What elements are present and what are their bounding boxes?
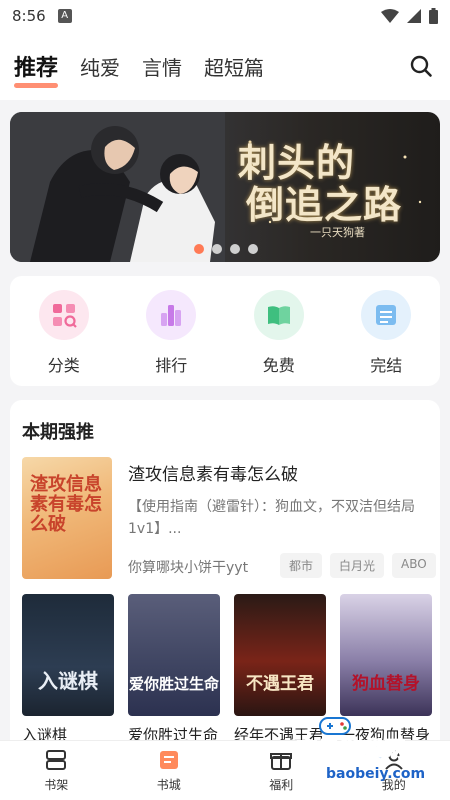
bottom-nav-label: 书城 [156, 778, 181, 792]
banner-title-line1: 刺头的 [238, 140, 356, 185]
featured-book-title[interactable]: 渣攻信息素有毒怎么破 [128, 460, 298, 485]
book-cover: 入谜棋 [22, 594, 114, 716]
quick-link-ranking[interactable]: 排行 [131, 290, 211, 386]
watermark: 宝贝游戏网 baobeiy.com [295, 714, 446, 794]
book-item[interactable]: 入谜棋 入谜棋 [22, 594, 114, 745]
quick-link-label: 分类 [47, 356, 80, 375]
quick-link-label: 排行 [155, 356, 188, 375]
banner-carousel[interactable]: 刺头的 倒追之路 一只天狗著 [10, 112, 440, 262]
book-cover-text: 狗血替身 [352, 674, 420, 694]
quick-links: 分类 排行 免费 完结 [10, 276, 440, 386]
bottom-nav-label: 书架 [44, 778, 69, 792]
bottom-nav-label: 福利 [269, 778, 294, 792]
status-icons [381, 8, 438, 24]
quick-link-free[interactable]: 免费 [239, 290, 319, 386]
tab-short[interactable]: 超短篇 [204, 52, 264, 81]
signal-icon [407, 9, 421, 23]
carousel-dot[interactable] [212, 244, 222, 254]
featured-book-author: 你算哪块小饼干yyt [128, 560, 249, 576]
ranking-icon [146, 290, 197, 340]
bookstore-icon [159, 751, 178, 769]
book-cover: 不遇王君 [234, 594, 326, 716]
featured-book-description: 【使用指南（避雷针）：狗血文，不双洁但结局1v1】... [128, 499, 415, 537]
quick-link-label: 免费 [262, 356, 295, 375]
banner-author: 一只天狗著 [310, 226, 365, 239]
book-item[interactable]: 爱你胜过生命 爱你胜过生命 [128, 594, 220, 745]
tag[interactable]: ABO [392, 553, 436, 578]
completed-icon [361, 290, 412, 340]
bookshelf-icon [46, 750, 67, 770]
carousel-dot[interactable] [194, 244, 204, 254]
gift-icon [270, 753, 293, 770]
book-cover: 狗血替身 [340, 594, 432, 716]
battery-icon [429, 8, 438, 24]
tag[interactable]: 白月光 [330, 553, 385, 578]
tab-romance[interactable]: 言情 [142, 52, 182, 81]
book-cover-text: 不遇王君 [246, 674, 314, 694]
wifi-icon [381, 9, 399, 23]
notification-icon: A [57, 9, 72, 23]
carousel-indicator [194, 244, 258, 254]
book-cover-text: 入谜棋 [38, 669, 98, 693]
featured-book-tags: 都市 白月光 ABO [280, 553, 436, 578]
search-icon [410, 55, 432, 77]
tag[interactable]: 都市 [280, 553, 323, 578]
banner-title-line2: 倒追之路 [246, 182, 403, 227]
featured-book-cover[interactable]: 渣攻信息素有毒怎么破 [22, 457, 112, 579]
status-time: 8:56 [12, 7, 46, 25]
free-book-icon [253, 290, 304, 340]
quick-link-completed[interactable]: 完结 [346, 290, 426, 386]
bottom-nav-bookstore[interactable]: 书城 [129, 748, 209, 793]
bottom-nav-bookshelf[interactable]: 书架 [16, 748, 96, 793]
status-bar: 8:56 A [0, 0, 450, 32]
category-icon [38, 290, 89, 340]
quick-link-category[interactable]: 分类 [24, 290, 104, 386]
tab-recommend[interactable]: 推荐 [14, 50, 59, 88]
tab-bl[interactable]: 纯爱 [80, 52, 120, 81]
book-cover: 爱你胜过生命 [128, 594, 220, 716]
book-cover-text: 爱你胜过生命 [128, 675, 219, 693]
watermark-title: 宝贝游戏网 [295, 738, 407, 764]
section-title: 本期强推 [22, 422, 94, 443]
search-button[interactable] [406, 51, 436, 81]
carousel-dot[interactable] [230, 244, 240, 254]
banner-title: 刺头的 倒追之路 [238, 142, 402, 226]
top-nav: 推荐 纯爱 言情 超短篇 [0, 32, 450, 100]
quick-link-label: 完结 [370, 356, 403, 375]
watermark-url: baobeiy.com [326, 766, 426, 782]
featured-cover-text: 渣攻信息素有毒怎么破 [30, 474, 102, 535]
carousel-dot[interactable] [248, 244, 258, 254]
